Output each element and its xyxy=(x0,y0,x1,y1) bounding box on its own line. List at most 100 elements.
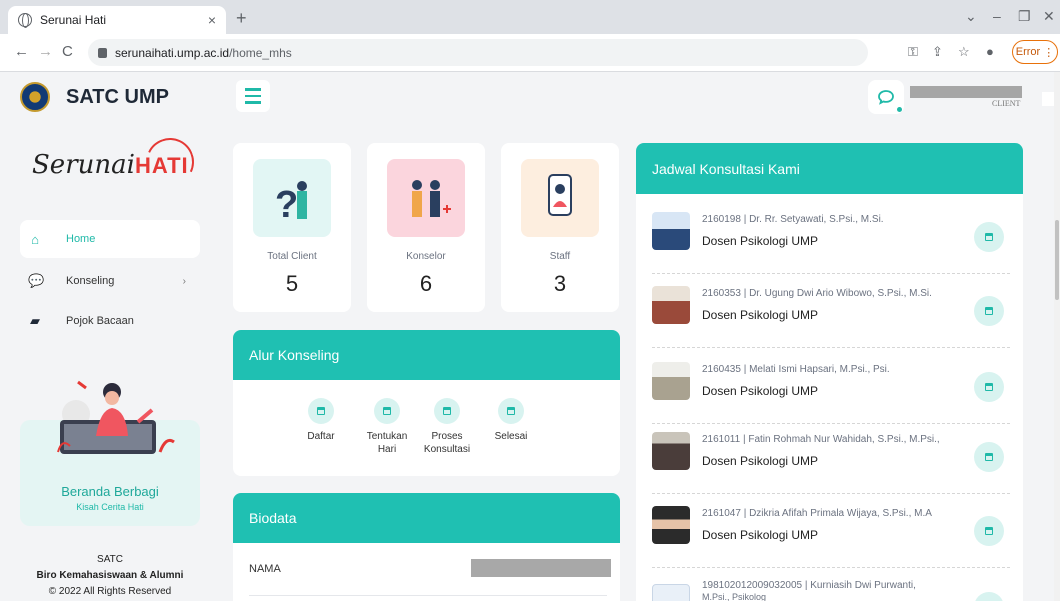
footer-copyright: © 2022 All Rights Reserved xyxy=(48,586,172,597)
stat-card-total-client[interactable]: ? Total Client 5 xyxy=(233,143,351,312)
sidebar-item-pojok-bacaan[interactable]: ▰ Pojok Bacaan xyxy=(20,302,200,340)
footer-satc: SATC xyxy=(97,554,123,565)
konselor-role: Dosen Psikologi UMP xyxy=(702,528,819,542)
share-icon[interactable]: ⇪ xyxy=(932,44,943,60)
stat-value: 3 xyxy=(553,271,567,296)
schedule-button[interactable] xyxy=(974,222,1004,252)
alur-step-label: Tentukan Hari xyxy=(366,431,408,455)
biodata-row: NAMA xyxy=(233,543,620,601)
stat-value: 6 xyxy=(419,271,433,296)
calendar-icon xyxy=(985,307,993,315)
tab-search-icon[interactable]: ⌄ xyxy=(965,8,977,25)
sidebar-item-label: Pojok Bacaan xyxy=(66,315,134,327)
panel-title: Jadwal Konsultasi Kami xyxy=(636,143,1023,194)
schedule-button[interactable] xyxy=(974,592,1004,601)
avatar xyxy=(652,286,690,324)
jadwal-item: 2161047 | Dzikria Afifah Primala Wijaya,… xyxy=(652,494,1010,568)
biodata-panel: Biodata NAMA xyxy=(233,493,620,601)
alur-step-label: Selesai xyxy=(494,431,528,442)
avatar xyxy=(652,362,690,400)
panel-title: Biodata xyxy=(233,493,620,543)
broken-image-icon xyxy=(652,584,690,601)
konselor-role: Dosen Psikologi UMP xyxy=(702,454,819,468)
avatar xyxy=(652,506,690,544)
stat-card-konselor[interactable]: Konselor 6 xyxy=(367,143,485,312)
konselor-role: Dosen Psikologi UMP xyxy=(702,384,819,398)
calendar-icon xyxy=(985,233,993,241)
error-button[interactable]: Error ⋮ xyxy=(1012,40,1058,64)
chat-button[interactable] xyxy=(868,80,904,114)
calendar-icon xyxy=(374,398,400,424)
sidebar-item-home[interactable]: ⌂ Home xyxy=(20,220,200,258)
logo-text: Serunai xyxy=(32,150,135,180)
address-bar: ← → C serunaihati.ump.ac.id/home_mhs ⚿ ⇪… xyxy=(0,34,1060,72)
promo-title: Beranda Berbagi xyxy=(61,484,159,499)
calendar-icon xyxy=(498,398,524,424)
maximize-button[interactable]: ❐ xyxy=(1018,8,1031,25)
brand[interactable]: SATC UMP xyxy=(20,82,169,112)
home-icon: ⌂ xyxy=(31,231,39,247)
key-icon[interactable]: ⚿ xyxy=(908,44,918,60)
browser-tab[interactable]: Serunai Hati × xyxy=(8,6,226,34)
alur-konseling-panel: Alur Konseling Daftar Tentukan Hari Pros… xyxy=(233,330,620,476)
jadwal-item: 198102012009032005 | Kurniasih Dwi Purwa… xyxy=(652,568,1010,601)
stat-label: Total Client xyxy=(267,251,317,262)
konselor-name: 2161047 | Dzikria Afifah Primala Wijaya,… xyxy=(702,508,932,519)
url-host: serunaihati.ump.ac.id xyxy=(115,45,230,60)
calendar-icon xyxy=(985,383,993,391)
user-role: CLIENT xyxy=(992,99,1021,108)
menu-toggle-button[interactable] xyxy=(236,80,270,112)
konselor-name: 198102012009032005 | Kurniasih Dwi Purwa… xyxy=(702,580,916,591)
alur-step[interactable]: Tentukan Hari xyxy=(357,398,417,456)
alur-step[interactable]: Selesai xyxy=(481,398,541,443)
biodata-label: NAMA xyxy=(249,563,281,575)
konselor-name: 2161011 | Fatin Rohmah Nur Wahidah, S.Ps… xyxy=(702,434,940,445)
konselor-illustration xyxy=(387,159,465,237)
konselor-role: Dosen Psikologi UMP xyxy=(702,234,819,248)
url-field[interactable]: serunaihati.ump.ac.id/home_mhs xyxy=(88,39,868,66)
schedule-button[interactable] xyxy=(974,516,1004,546)
minimize-button[interactable]: – xyxy=(993,8,1001,24)
schedule-button[interactable] xyxy=(974,372,1004,402)
client-illustration: ? xyxy=(253,159,331,237)
calendar-icon xyxy=(434,398,460,424)
alur-step-label: Daftar xyxy=(307,431,335,442)
calendar-icon xyxy=(985,453,993,461)
profile-icon[interactable]: ● xyxy=(986,44,994,59)
heart-arc-decoration xyxy=(139,131,201,193)
new-tab-button[interactable]: + xyxy=(236,8,247,29)
back-icon[interactable]: ← xyxy=(14,43,29,60)
chat-icon xyxy=(878,90,894,105)
promo-subtitle: Kisah Cerita Hati xyxy=(76,502,144,512)
ump-logo xyxy=(20,82,50,112)
schedule-button[interactable] xyxy=(974,296,1004,326)
stat-value: 5 xyxy=(285,271,299,296)
alur-step-label: Proses Konsultasi xyxy=(423,431,471,455)
jadwal-item: 2160435 | Melati Ismi Hapsari, M.Psi., P… xyxy=(652,350,1010,424)
scrollbar[interactable] xyxy=(1054,72,1060,601)
user-name-redacted[interactable] xyxy=(910,86,1022,98)
browser-tab-bar: Serunai Hati × + ⌄ – ❐ ✕ xyxy=(0,0,1060,34)
close-window-button[interactable]: ✕ xyxy=(1043,8,1055,25)
sidebar-item-konseling[interactable]: 💬 Konseling › xyxy=(20,262,200,300)
globe-icon xyxy=(18,13,32,28)
alur-step[interactable]: Daftar xyxy=(291,398,351,443)
url-path: /home_mhs xyxy=(229,45,292,60)
konselor-role: M.Psi., Psikolog xyxy=(702,592,767,601)
lock-icon xyxy=(98,47,107,58)
error-label: Error xyxy=(1015,46,1041,58)
avatar xyxy=(652,432,690,470)
forward-icon[interactable]: → xyxy=(38,43,53,60)
reload-icon[interactable]: C xyxy=(62,43,73,60)
footer-biro: Biro Kemahasiswaan & Alumni xyxy=(36,570,184,581)
stat-label: Staff xyxy=(549,251,571,262)
star-icon[interactable]: ☆ xyxy=(958,44,970,60)
schedule-button[interactable] xyxy=(974,442,1004,472)
jadwal-item: 2160198 | Dr. Rr. Setyawati, S.Psi., M.S… xyxy=(652,200,1010,274)
jadwal-item: 2160353 | Dr. Ugung Dwi Ario Wibowo, S.P… xyxy=(652,274,1010,348)
calendar-icon xyxy=(308,398,334,424)
tab-close-icon[interactable]: × xyxy=(208,12,216,28)
stat-card-staff[interactable]: Staff 3 xyxy=(501,143,619,312)
svg-text:?: ? xyxy=(275,184,298,226)
alur-step[interactable]: Proses Konsultasi xyxy=(417,398,477,456)
